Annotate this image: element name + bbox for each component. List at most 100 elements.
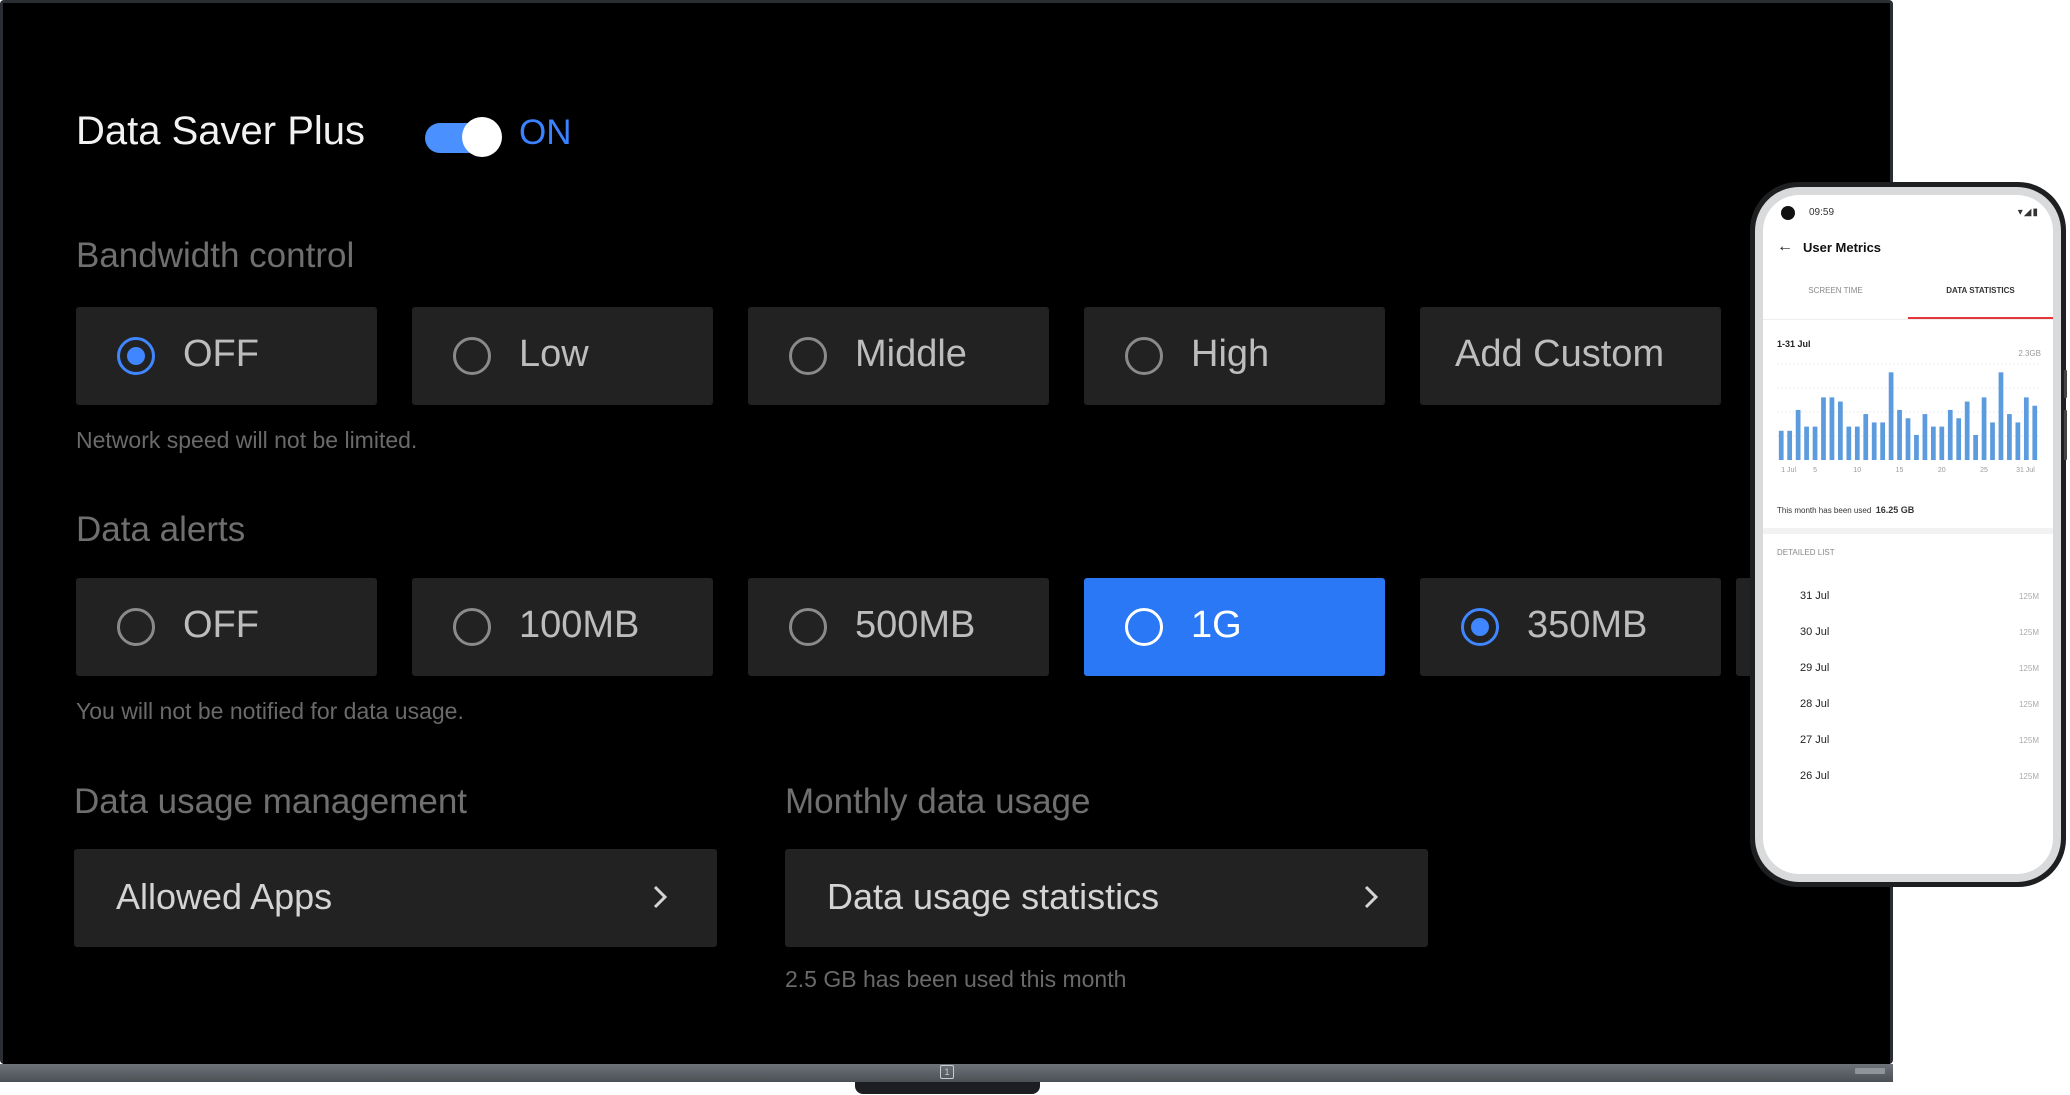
alert-option-off[interactable]: OFF <box>76 578 377 676</box>
tab-data-statistics[interactable]: DATA STATISTICS <box>1908 286 2053 295</box>
chart-bar <box>1829 397 1835 460</box>
option-label: Add Custom <box>1455 333 1665 375</box>
chart-bar <box>1905 418 1911 460</box>
list-item-value: 125M <box>2018 772 2039 781</box>
page-title: Data Saver Plus <box>76 109 366 153</box>
allowed-apps-button[interactable]: Allowed Apps <box>74 849 717 947</box>
chart-bar <box>1888 372 1894 460</box>
chart-bar <box>1812 426 1818 460</box>
option-label: 1G <box>1191 604 1242 646</box>
tv-brand-badge <box>1855 1068 1885 1074</box>
chart-bar <box>1939 426 1945 460</box>
alert-option-1g[interactable]: 1G <box>1084 578 1385 676</box>
radio-icon <box>789 337 827 375</box>
x-tick-label: 31 Jul <box>2016 467 2035 474</box>
list-item-value: 125M <box>2018 700 2039 709</box>
chart-bar <box>1990 422 1995 460</box>
button-label: Allowed Apps <box>116 876 333 917</box>
x-tick-label: 25 <box>1980 467 1988 474</box>
x-tick-label: 1 Jul <box>1781 467 1796 474</box>
tab-screen-time[interactable]: SCREEN TIME <box>1763 286 1908 295</box>
management-section-label: Data usage management <box>74 782 468 821</box>
list-item-value: 125M <box>2018 628 2039 637</box>
chart-bar <box>1930 426 1936 460</box>
bandwidth-option-low[interactable]: Low <box>412 307 713 405</box>
phone-screen: 09:59 ▾◢▮ ← User Metrics SCREEN TIME DAT… <box>1763 195 2053 874</box>
chart-bar <box>1914 434 1919 460</box>
option-label: 350MB <box>1527 604 1648 646</box>
radio-checked-icon <box>1461 608 1499 646</box>
detailed-list-header: DETAILED LIST <box>1777 548 1835 557</box>
alerts-hint: You will not be notified for data usage. <box>76 698 464 724</box>
chart-bar <box>1956 418 1962 460</box>
chart-bar <box>1998 372 2004 460</box>
chart-bar <box>1787 430 1793 460</box>
bandwidth-option-off[interactable]: OFF <box>76 307 377 405</box>
monthly-section-label: Monthly data usage <box>785 782 1091 821</box>
front-camera <box>1781 206 1795 220</box>
used-value: 16.25 GB <box>1875 505 1915 515</box>
option-label: Low <box>519 333 589 375</box>
alert-option-100mb[interactable]: 100MB <box>412 578 713 676</box>
chart-bar <box>1846 426 1852 460</box>
chart-bar <box>1854 426 1860 460</box>
chevron-right-icon <box>1364 885 1379 909</box>
chart-bar <box>1821 397 1826 460</box>
chart-bar <box>1778 430 1784 460</box>
list-item-date: 28 Jul <box>1800 698 1830 710</box>
chart-bar <box>1871 422 1877 460</box>
radio-checked-icon <box>117 337 155 375</box>
chart-bar <box>1795 409 1801 460</box>
chart-bar <box>1838 401 1843 460</box>
list-item[interactable]: 28 Jul 125M <box>1763 698 2053 734</box>
monthly-used-summary: This month has been used 16.25 GB <box>1777 505 1914 515</box>
back-arrow-icon[interactable]: ← <box>1777 238 1793 256</box>
button-label: Data usage statistics <box>827 876 1160 917</box>
status-time: 09:59 <box>1809 207 1835 218</box>
chart-bar <box>1863 414 1869 460</box>
option-label: 100MB <box>519 604 640 646</box>
option-label: OFF <box>183 604 259 646</box>
chevron-right-icon <box>653 885 668 909</box>
bandwidth-option-high[interactable]: High <box>1084 307 1385 405</box>
chart-bar <box>2032 405 2038 460</box>
option-label: 500MB <box>855 604 976 646</box>
bandwidth-section-label: Bandwidth control <box>76 236 355 275</box>
section-divider <box>1763 528 2053 534</box>
chart-bar <box>2007 414 2012 460</box>
data-usage-statistics-button[interactable]: Data usage statistics <box>785 849 1428 947</box>
tv-screen: Data Saver Plus ON Bandwidth control OFF… <box>3 3 1890 1064</box>
bandwidth-hint: Network speed will not be limited. <box>76 427 418 453</box>
radio-icon <box>1125 608 1163 646</box>
chart-bar <box>1804 426 1809 460</box>
chart-bar <box>1880 422 1886 460</box>
list-item[interactable]: 26 Jul 125M <box>1763 770 2053 806</box>
radio-icon <box>453 337 491 375</box>
list-item-date: 26 Jul <box>1800 770 1830 782</box>
alerts-section-label: Data alerts <box>76 510 246 549</box>
list-item-date: 29 Jul <box>1800 662 1830 674</box>
option-label: OFF <box>183 333 259 375</box>
bandwidth-add-custom-button[interactable]: Add Custom <box>1420 307 1721 405</box>
used-text: This month has been used <box>1777 506 1872 515</box>
chart-title: 1-31 Jul <box>1777 339 1811 349</box>
list-item[interactable]: 29 Jul 125M <box>1763 662 2053 698</box>
chart-bar <box>2023 397 2029 460</box>
toggle-knob[interactable] <box>462 117 502 157</box>
alert-option-350mb[interactable]: 350MB <box>1420 578 1721 676</box>
list-item-value: 125M <box>2018 664 2039 673</box>
radio-icon <box>117 608 155 646</box>
alert-option-500mb[interactable]: 500MB <box>748 578 1049 676</box>
radio-icon <box>453 608 491 646</box>
toggle-state-label: ON <box>519 113 572 152</box>
radio-icon <box>789 608 827 646</box>
tv-logo-icon: 1 <box>940 1065 954 1079</box>
list-item[interactable]: 31 Jul 125M <box>1763 590 2053 626</box>
radio-icon <box>1125 337 1163 375</box>
bandwidth-option-middle[interactable]: Middle <box>748 307 1049 405</box>
chart-ymax-label: 2.3GB <box>2018 349 2041 358</box>
chart-bar <box>1964 401 1970 460</box>
list-item[interactable]: 30 Jul 125M <box>1763 626 2053 662</box>
list-item-date: 30 Jul <box>1800 626 1830 638</box>
list-item[interactable]: 27 Jul 125M <box>1763 734 2053 770</box>
